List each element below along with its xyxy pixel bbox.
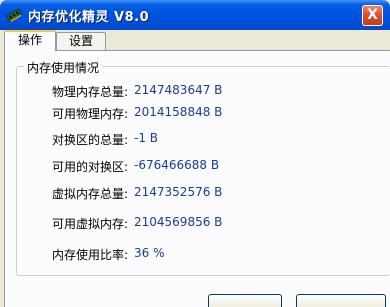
tab-bar: 操作 设置 [0,30,390,51]
action-button[interactable] [296,294,386,307]
memory-row: 可用物理内存: 2014158848 B [0,105,390,121]
window-title: 内存优化精灵 V8.0 [28,10,150,25]
memory-chip-icon [6,8,22,22]
memory-row: 虚拟内存总量: 2147352576 B [0,185,390,201]
physical-memory-available-label: 可用物理内存: [51,107,128,121]
action-button[interactable] [208,294,282,307]
physical-memory-available-value: 2014158848 B [134,105,223,119]
memory-row: 可用的对换区: -676466688 B [0,158,390,174]
memory-row: 可用虚拟内存: 2104569856 B [0,215,390,231]
memory-row: 物理内存总量: 2147483647 B [0,83,390,99]
physical-memory-total-value: 2147483647 B [134,83,223,97]
memory-row: 对换区的总量: -1 B [0,131,390,147]
title-bar[interactable]: 内存优化精灵 V8.0 X [0,0,390,30]
swap-total-value: -1 B [134,131,159,145]
memory-usage-group-title: 内存使用情况 [24,59,103,76]
virtual-memory-total-value: 2147352576 B [134,185,223,199]
swap-total-label: 对换区的总量: [51,133,128,147]
tab-settings[interactable]: 设置 [56,32,106,50]
memory-row: 内存使用比率: 36 % [0,246,390,262]
memory-usage-ratio-value: 36 % [134,246,165,260]
swap-available-value: -676466688 B [134,158,220,172]
tab-operations[interactable]: 操作 [4,30,56,51]
memory-usage-ratio-label: 内存使用比率: [51,248,128,262]
swap-available-label: 可用的对换区: [51,160,128,174]
virtual-memory-available-value: 2104569856 B [134,215,223,229]
virtual-memory-available-label: 可用虚拟内存: [51,217,128,231]
virtual-memory-total-label: 虚拟内存总量: [51,187,128,201]
physical-memory-total-label: 物理内存总量: [51,85,128,99]
close-button[interactable]: X [362,5,383,26]
